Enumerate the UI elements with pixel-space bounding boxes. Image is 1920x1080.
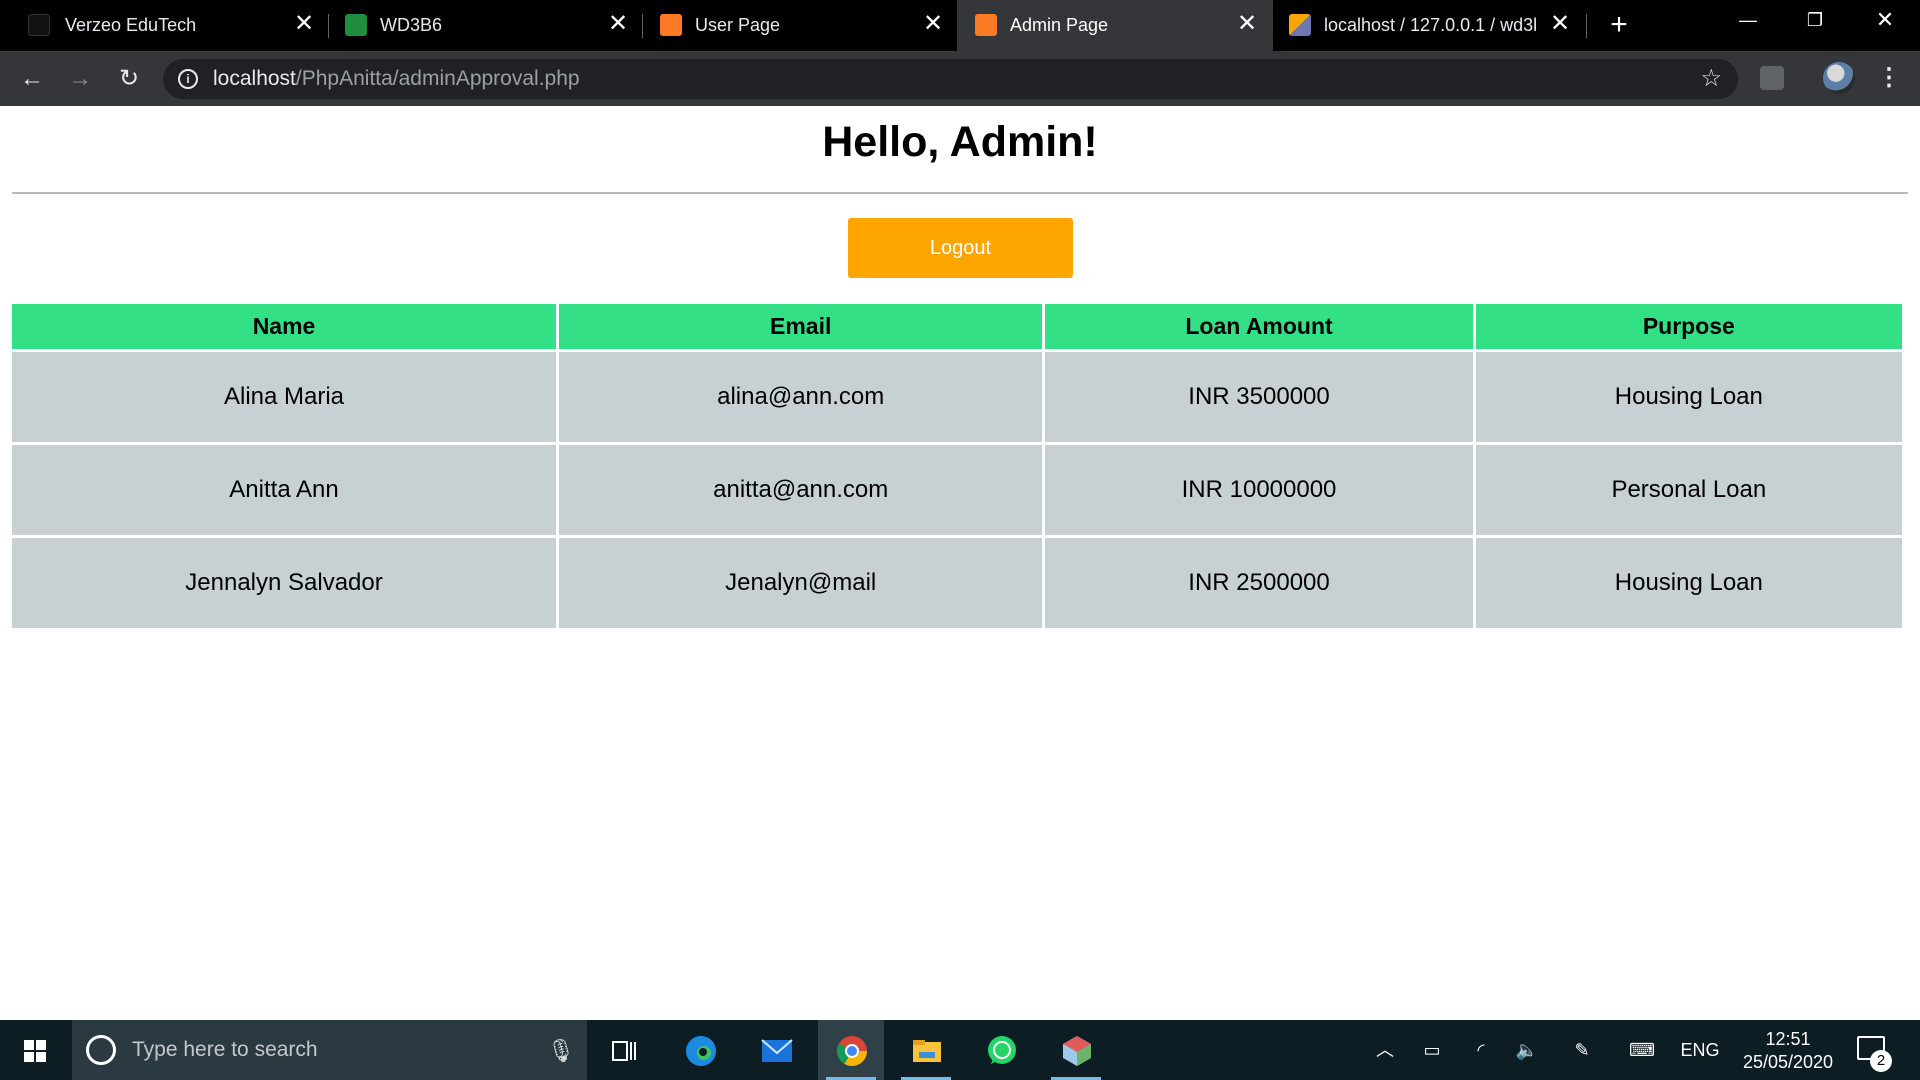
close-tab-icon[interactable]: ✕ [920, 11, 946, 37]
tab-title: User Page [695, 15, 781, 35]
taskbar-app-edge[interactable] [667, 1020, 733, 1080]
close-tab-icon[interactable]: ✕ [291, 11, 317, 37]
tab-title: Verzeo EduTech [65, 15, 197, 35]
cell-purpose: Personal Loan [1475, 445, 1902, 535]
touch-keyboard-icon[interactable]: ⌨ [1622, 1020, 1662, 1080]
forward-arrow-icon[interactable]: → [63, 62, 97, 96]
profile-avatar[interactable] [1823, 62, 1855, 94]
cell-name: Jennalyn Salvador [12, 538, 557, 628]
show-hidden-icons-chevron-up-icon[interactable]: ︿ [1370, 1020, 1400, 1080]
page-content: Hello, Admin! Logout Name Email Loan Amo… [0, 106, 1920, 1020]
xampp-favicon-icon [975, 14, 997, 36]
windows-logo-icon [24, 1040, 46, 1062]
network-wifi-icon[interactable]: ◜ [1464, 1020, 1498, 1080]
close-tab-icon[interactable]: ✕ [1234, 11, 1260, 37]
table-row: Alina Maria alina@ann.com INR 3500000 Ho… [12, 352, 1902, 442]
battery-icon[interactable]: ▭ [1415, 1020, 1449, 1080]
clock-date: 25/05/2020 [1742, 1052, 1834, 1072]
cell-email: Jenalyn@mail [559, 538, 1043, 628]
windows-taskbar: Type here to search 🎙 ︿ ▭ ◜ 🔈 ✎ ⌨ ENG 12… [0, 1020, 1920, 1080]
cortana-circle-icon [86, 1035, 116, 1065]
taskbar-app-netbeans[interactable] [1043, 1020, 1109, 1080]
table-row: Anitta Ann anitta@ann.com INR 10000000 P… [12, 445, 1902, 535]
cell-email: alina@ann.com [559, 352, 1043, 442]
mail-icon [761, 1039, 793, 1062]
tab-wd3b6[interactable]: WD3B6 ✕ [328, 0, 642, 51]
cell-loan-amount: INR 3500000 [1045, 352, 1473, 442]
tab-user-page[interactable]: User Page ✕ [642, 0, 956, 51]
reload-icon[interactable]: ↻ [112, 62, 146, 96]
cell-name: Anitta Ann [12, 445, 557, 535]
extension-icon[interactable] [1760, 66, 1784, 90]
notification-count-badge: 2 [1870, 1050, 1892, 1072]
edge-browser-icon [686, 1036, 716, 1066]
close-tab-icon[interactable]: ✕ [1547, 11, 1573, 37]
site-info-icon[interactable]: i [178, 69, 198, 89]
column-header-email: Email [559, 304, 1043, 349]
clock-time: 12:51 [1765, 1029, 1811, 1049]
column-header-purpose: Purpose [1475, 304, 1902, 349]
column-header-name: Name [12, 304, 557, 349]
tab-separator [1586, 14, 1587, 38]
task-view-icon [612, 1041, 636, 1061]
microphone-icon[interactable]: 🎙 [547, 1038, 575, 1064]
url-path: /PhpAnitta/adminApproval.php [295, 67, 580, 90]
table-row: Jennalyn Salvador Jenalyn@mail INR 25000… [12, 538, 1902, 628]
tab-title: Admin Page [1010, 15, 1109, 35]
taskbar-app-file-explorer[interactable] [893, 1020, 959, 1080]
tab-phpmyadmin[interactable]: localhost / 127.0.0.1 / wd3b ✕ [1273, 0, 1587, 51]
table-header-row: Name Email Loan Amount Purpose [12, 304, 1902, 349]
cell-loan-amount: INR 10000000 [1045, 445, 1473, 535]
kebab-menu-icon[interactable]: ⋮ [1877, 61, 1901, 95]
input-language-indicator[interactable]: ENG [1678, 1020, 1722, 1080]
chrome-icon [836, 1036, 867, 1067]
folder-icon [913, 1040, 941, 1062]
taskbar-app-mail[interactable] [743, 1020, 809, 1080]
browser-tab-strip: Verzeo EduTech ✕ WD3B6 ✕ User Page ✕ Adm… [0, 0, 1920, 51]
xampp-favicon-icon [660, 14, 682, 36]
cell-email: anitta@ann.com [559, 445, 1043, 535]
pen-workspace-icon[interactable]: ✎ [1565, 1020, 1599, 1080]
close-tab-icon[interactable]: ✕ [605, 11, 631, 37]
logout-button[interactable]: Logout [848, 218, 1073, 278]
verzeo-favicon-icon [28, 14, 50, 36]
taskbar-app-chrome[interactable] [818, 1020, 884, 1080]
minimize-window-button[interactable]: — [1718, 0, 1778, 40]
phpmyadmin-favicon-icon [1289, 14, 1311, 36]
tab-title: localhost / 127.0.0.1 / wd3b [1324, 15, 1536, 35]
start-button[interactable] [0, 1020, 70, 1080]
loan-applications-table: Name Email Loan Amount Purpose Alina Mar… [9, 301, 1905, 631]
url-text[interactable]: localhost/PhpAnitta/adminApproval.php [213, 68, 580, 90]
restore-window-button[interactable]: ❐ [1785, 0, 1845, 40]
tab-verzeo-edutech[interactable]: Verzeo EduTech ✕ [0, 0, 328, 51]
task-view-button[interactable] [590, 1020, 656, 1080]
page-title: Hello, Admin! [822, 118, 1098, 166]
horizontal-divider [12, 192, 1908, 194]
bookmark-star-icon[interactable]: ☆ [1700, 65, 1722, 93]
tab-title: WD3B6 [380, 15, 443, 35]
tab-admin-page[interactable]: Admin Page ✕ [957, 0, 1273, 51]
taskbar-search-box[interactable]: Type here to search 🎙 [72, 1020, 587, 1080]
taskbar-app-whatsapp[interactable] [968, 1020, 1034, 1080]
column-header-loan-amount: Loan Amount [1045, 304, 1473, 349]
address-bar[interactable]: i localhost/PhpAnitta/adminApproval.php … [163, 59, 1738, 99]
cell-name: Alina Maria [12, 352, 557, 442]
cell-purpose: Housing Loan [1475, 538, 1902, 628]
whatsapp-icon [988, 1036, 1016, 1064]
volume-speaker-icon[interactable]: 🔈 [1510, 1020, 1544, 1080]
cell-purpose: Housing Loan [1475, 352, 1902, 442]
new-tab-button[interactable]: + [1605, 10, 1633, 40]
cell-loan-amount: INR 2500000 [1045, 538, 1473, 628]
classroom-favicon-icon [345, 14, 367, 36]
browser-toolbar: ← → ↻ i localhost/PhpAnitta/adminApprova… [0, 51, 1920, 106]
system-clock[interactable]: 12:51 25/05/2020 [1738, 1028, 1838, 1074]
netbeans-cube-icon [1063, 1036, 1091, 1066]
url-host: localhost [213, 67, 296, 90]
back-arrow-icon[interactable]: ← [15, 62, 49, 96]
close-window-button[interactable]: ✕ [1855, 0, 1915, 40]
search-placeholder: Type here to search [132, 1038, 318, 1061]
